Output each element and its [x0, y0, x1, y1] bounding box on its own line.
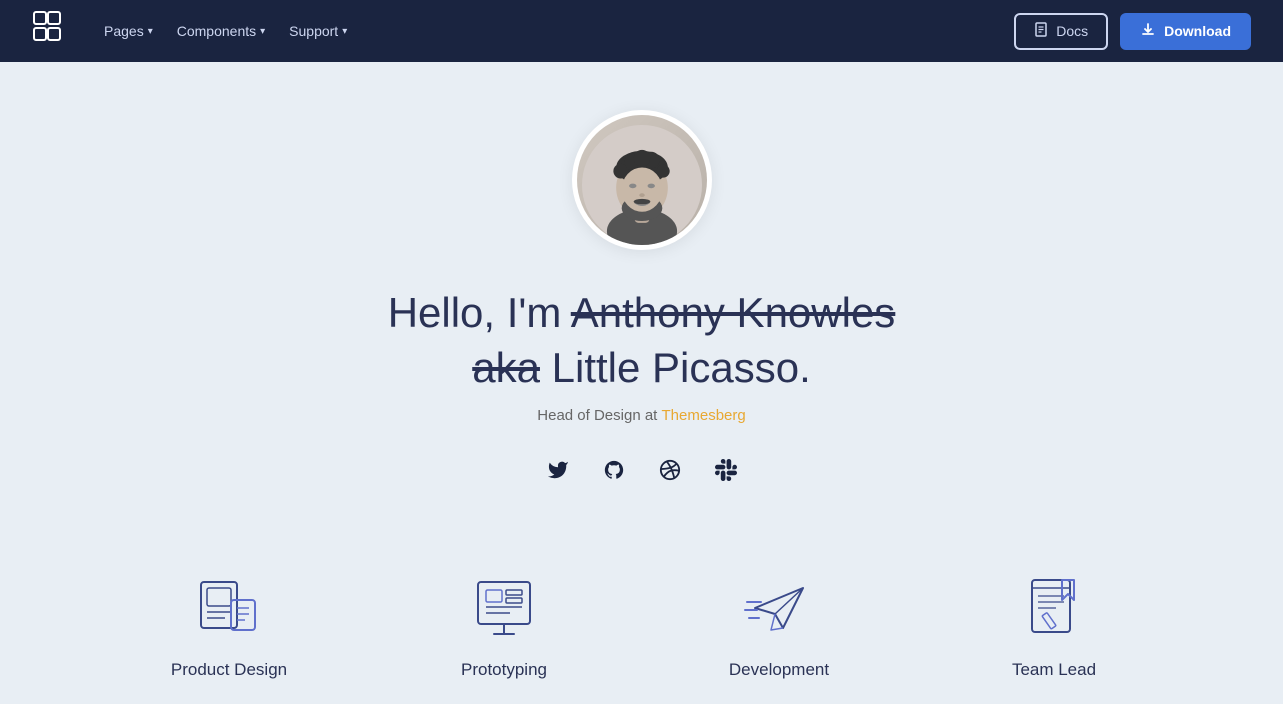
main-content: Hello, I'm Anthony Knowles aka Little Pi… [0, 62, 1283, 704]
skill-product-design: Product Design [92, 548, 367, 704]
hero-title: Hello, I'm Anthony Knowles aka Little Pi… [388, 286, 896, 395]
social-icons-row [540, 452, 744, 488]
avatar [572, 110, 712, 250]
slack-icon[interactable] [708, 452, 744, 488]
product-design-label: Product Design [171, 660, 287, 680]
development-label: Development [729, 660, 829, 680]
prototyping-label: Prototyping [461, 660, 547, 680]
prototyping-icon [468, 572, 540, 644]
chevron-down-icon: ▾ [342, 26, 347, 37]
navbar-left: Pages ▾ Components ▾ Support ▾ [32, 10, 347, 53]
team-lead-icon [1018, 572, 1090, 644]
github-icon[interactable] [596, 452, 632, 488]
nav-links: Pages ▾ Components ▾ Support ▾ [104, 23, 347, 39]
nav-components[interactable]: Components ▾ [177, 23, 265, 39]
nav-support[interactable]: Support ▾ [289, 23, 347, 39]
navbar-right: Docs Download [1014, 13, 1251, 50]
skill-team-lead: Team Lead [917, 548, 1192, 704]
download-button[interactable]: Download [1120, 13, 1251, 50]
skill-development: Development [642, 548, 917, 704]
logo-icon [32, 10, 68, 53]
logo [32, 10, 68, 53]
nav-pages[interactable]: Pages ▾ [104, 23, 153, 39]
product-design-icon [193, 572, 265, 644]
team-lead-label: Team Lead [1012, 660, 1096, 680]
chevron-down-icon: ▾ [260, 26, 265, 37]
docs-button[interactable]: Docs [1014, 13, 1108, 50]
skills-row: Product Design Prototyping [92, 548, 1192, 704]
chevron-down-icon: ▾ [148, 26, 153, 37]
development-icon [743, 572, 815, 644]
doc-icon [1034, 22, 1050, 41]
twitter-icon[interactable] [540, 452, 576, 488]
download-icon [1140, 22, 1156, 41]
navbar: Pages ▾ Components ▾ Support ▾ [0, 0, 1283, 62]
dribbble-icon[interactable] [652, 452, 688, 488]
avatar-image [577, 115, 707, 245]
hero-subtitle: Head of Design at Themesberg [537, 407, 745, 424]
skill-prototyping: Prototyping [367, 548, 642, 704]
